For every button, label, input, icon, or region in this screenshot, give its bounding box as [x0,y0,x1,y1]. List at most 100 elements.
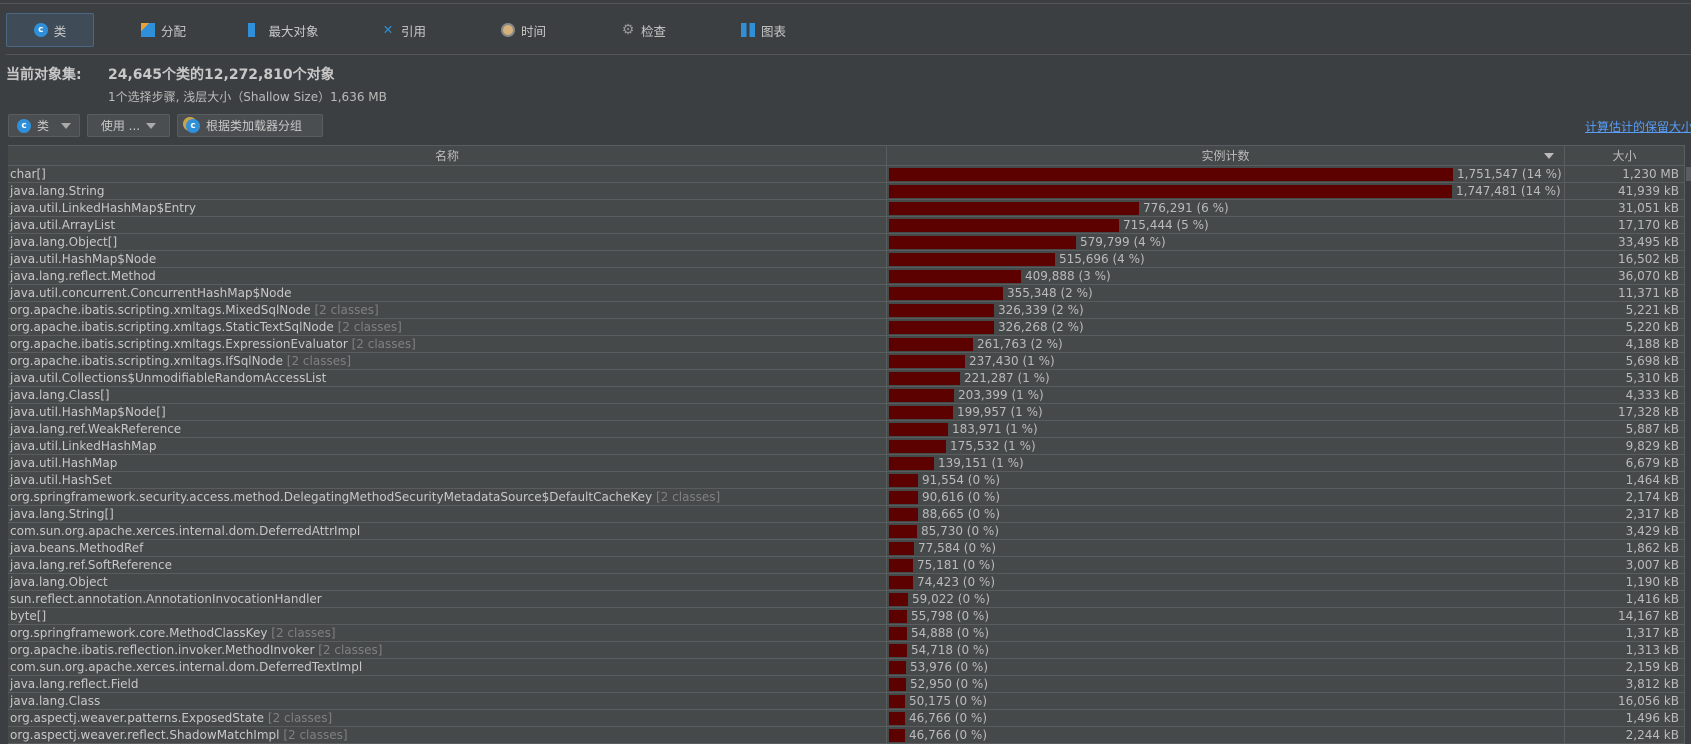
class-count-note: [2 classes] [271,626,336,640]
size-cell: 1,464 kB [1565,472,1685,488]
table-row[interactable]: org.springframework.security.access.meth… [8,489,1685,506]
table-row[interactable]: org.apache.ibatis.scripting.xmltags.Stat… [8,319,1685,336]
scrollbar-thumb[interactable] [1686,167,1691,181]
table-row[interactable]: sun.reflect.annotation.AnnotationInvocat… [8,591,1685,608]
table-row[interactable]: com.sun.org.apache.xerces.internal.dom.D… [8,659,1685,676]
tab-references[interactable]: ✕ 引用 [354,13,453,47]
instance-count: 237,430 (1 %) [969,354,1055,368]
table-row[interactable]: org.apache.ibatis.reflection.invoker.Met… [8,642,1685,659]
class-name: com.sun.org.apache.xerces.internal.dom.D… [10,660,363,674]
instance-count-cell: 75,181 (0 %) [887,557,1565,573]
class-name-cell: org.aspectj.weaver.patterns.ExposedState… [8,710,887,726]
instance-count-cell: 52,950 (0 %) [887,676,1565,692]
class-name: java.util.LinkedHashMap$Entry [10,201,197,215]
table-row[interactable]: org.aspectj.weaver.reflect.ShadowMatchIm… [8,727,1685,744]
size-cell: 5,887 kB [1565,421,1685,437]
table-row[interactable]: org.apache.ibatis.scripting.xmltags.Expr… [8,336,1685,353]
view-as-dropdown[interactable]: c类 [8,114,80,137]
table-row[interactable]: byte[] 55,798 (0 %) 14,167 kB [8,608,1685,625]
table-row[interactable]: org.aspectj.weaver.patterns.ExposedState… [8,710,1685,727]
class-count-note: [2 classes] [286,354,352,368]
class-name-cell: java.util.Collections$UnmodifiableRandom… [8,370,887,386]
table-row[interactable]: java.util.ArrayList 715,444 (5 %) 17,170… [8,217,1685,234]
divider [6,54,1691,55]
class-name-cell: org.springframework.core.MethodClassKey … [8,625,887,641]
size-cell: 1,230 MB [1565,166,1685,182]
table-body: char[] 1,751,547 (14 %) 1,230 MB java.lan… [8,166,1685,744]
instance-count-cell: 221,287 (1 %) [887,370,1565,386]
column-header-name[interactable]: 名称 [8,146,887,165]
table-row[interactable]: java.lang.Class 50,175 (0 %) 16,056 kB [8,693,1685,710]
instance-count-bar [889,269,1021,283]
instance-count: 1,751,547 (14 %) [1457,167,1562,181]
class-name: com.sun.org.apache.xerces.internal.dom.D… [10,524,361,538]
calculate-retained-size-link[interactable]: 计算估计的保留大小 [1585,118,1691,135]
table-row[interactable]: java.lang.reflect.Field 52,950 (0 %) 3,8… [8,676,1685,693]
table-row[interactable]: java.lang.reflect.Method 409,888 (3 %) 3… [8,268,1685,285]
class-name: java.lang.Object [10,575,108,589]
instance-count: 183,971 (1 %) [952,422,1038,436]
instance-count-bar [889,643,907,657]
table-row[interactable]: org.apache.ibatis.scripting.xmltags.Mixe… [8,302,1685,319]
size-cell: 33,495 kB [1565,234,1685,250]
tab-biggest-objects[interactable]: 最大对象 [234,13,333,47]
column-header-size[interactable]: 大小 [1565,146,1685,165]
table-row[interactable]: java.lang.Class[] 203,399 (1 %) 4,333 kB [8,387,1685,404]
instance-count: 139,151 (1 %) [938,456,1024,470]
table-row[interactable]: java.util.HashSet 91,554 (0 %) 1,464 kB [8,472,1685,489]
size-cell: 17,170 kB [1565,217,1685,233]
instance-count-bar [889,167,1453,181]
table-row[interactable]: java.util.HashMap$Node[] 199,957 (1 %) 1… [8,404,1685,421]
table-row[interactable]: java.util.LinkedHashMap$Entry 776,291 (6… [8,200,1685,217]
instance-count-bar [889,490,918,504]
tab-time[interactable]: 时间 [474,13,573,47]
vertical-scrollbar[interactable] [1686,167,1691,742]
table-row[interactable]: java.lang.ref.SoftReference 75,181 (0 %)… [8,557,1685,574]
tab-classes[interactable]: c类 [6,13,94,47]
tab-graphs[interactable]: 图表 [714,13,813,47]
table-row[interactable]: java.lang.ref.WeakReference 183,971 (1 %… [8,421,1685,438]
instance-count-bar [889,609,907,623]
group-by-classloader-button[interactable]: c 根据类加载器分组 [177,114,323,137]
table-row[interactable]: java.lang.Object 74,423 (0 %) 1,190 kB [8,574,1685,591]
class-name-cell: java.util.HashMap$Node [8,251,887,267]
table-row[interactable]: java.util.HashMap 139,151 (1 %) 6,679 kB [8,455,1685,472]
instance-count-bar [889,388,954,402]
table-row[interactable]: java.util.concurrent.ConcurrentHashMap$N… [8,285,1685,302]
class-name-cell: com.sun.org.apache.xerces.internal.dom.D… [8,523,887,539]
class-name-cell: java.util.concurrent.ConcurrentHashMap$N… [8,285,887,301]
size-cell: 16,056 kB [1565,693,1685,709]
column-header-count[interactable]: 实例计数 [887,146,1565,165]
table-row[interactable]: java.util.HashMap$Node 515,696 (4 %) 16,… [8,251,1685,268]
class-name: java.lang.Class [10,694,101,708]
table-row[interactable]: char[] 1,751,547 (14 %) 1,230 MB [8,166,1685,183]
class-name: byte[] [10,609,47,623]
tab-label: 最大对象 [268,23,319,39]
table-row[interactable]: java.beans.MethodRef 77,584 (0 %) 1,862 … [8,540,1685,557]
instance-count-bar [889,575,913,589]
gear-icon: ⚙ [621,22,635,38]
instance-count-cell: 46,766 (0 %) [887,710,1565,726]
instance-count: 77,584 (0 %) [918,541,997,555]
class-name-cell: char[] [8,166,887,182]
clock-icon [500,23,515,37]
use-dropdown[interactable]: 使用 ... [87,114,170,137]
instance-count-cell: 199,957 (1 %) [887,404,1565,420]
table-row[interactable]: com.sun.org.apache.xerces.internal.dom.D… [8,523,1685,540]
tab-inspections[interactable]: ⚙ 检查 [594,13,693,47]
size-cell: 1,190 kB [1565,574,1685,590]
class-name-cell: java.lang.Object [8,574,887,590]
object-set-label: 当前对象集: [6,67,82,83]
tab-allocations[interactable]: 分配 [114,13,213,47]
table-row[interactable]: org.springframework.core.MethodClassKey … [8,625,1685,642]
class-name: java.lang.ref.WeakReference [10,422,182,436]
table-row[interactable]: java.util.LinkedHashMap 175,532 (1 %) 9,… [8,438,1685,455]
table-row[interactable]: java.lang.Object[] 579,799 (4 %) 33,495 … [8,234,1685,251]
table-row[interactable]: java.lang.String[] 88,665 (0 %) 2,317 kB [8,506,1685,523]
class-name: java.util.HashMap$Node[] [10,405,166,419]
table-row[interactable]: java.lang.String 1,747,481 (14 %) 41,939… [8,183,1685,200]
class-name: org.aspectj.weaver.reflect.ShadowMatchIm… [10,728,280,742]
table-row[interactable]: org.apache.ibatis.scripting.xmltags.IfSq… [8,353,1685,370]
instance-count-bar [889,507,918,521]
table-row[interactable]: java.util.Collections$UnmodifiableRandom… [8,370,1685,387]
